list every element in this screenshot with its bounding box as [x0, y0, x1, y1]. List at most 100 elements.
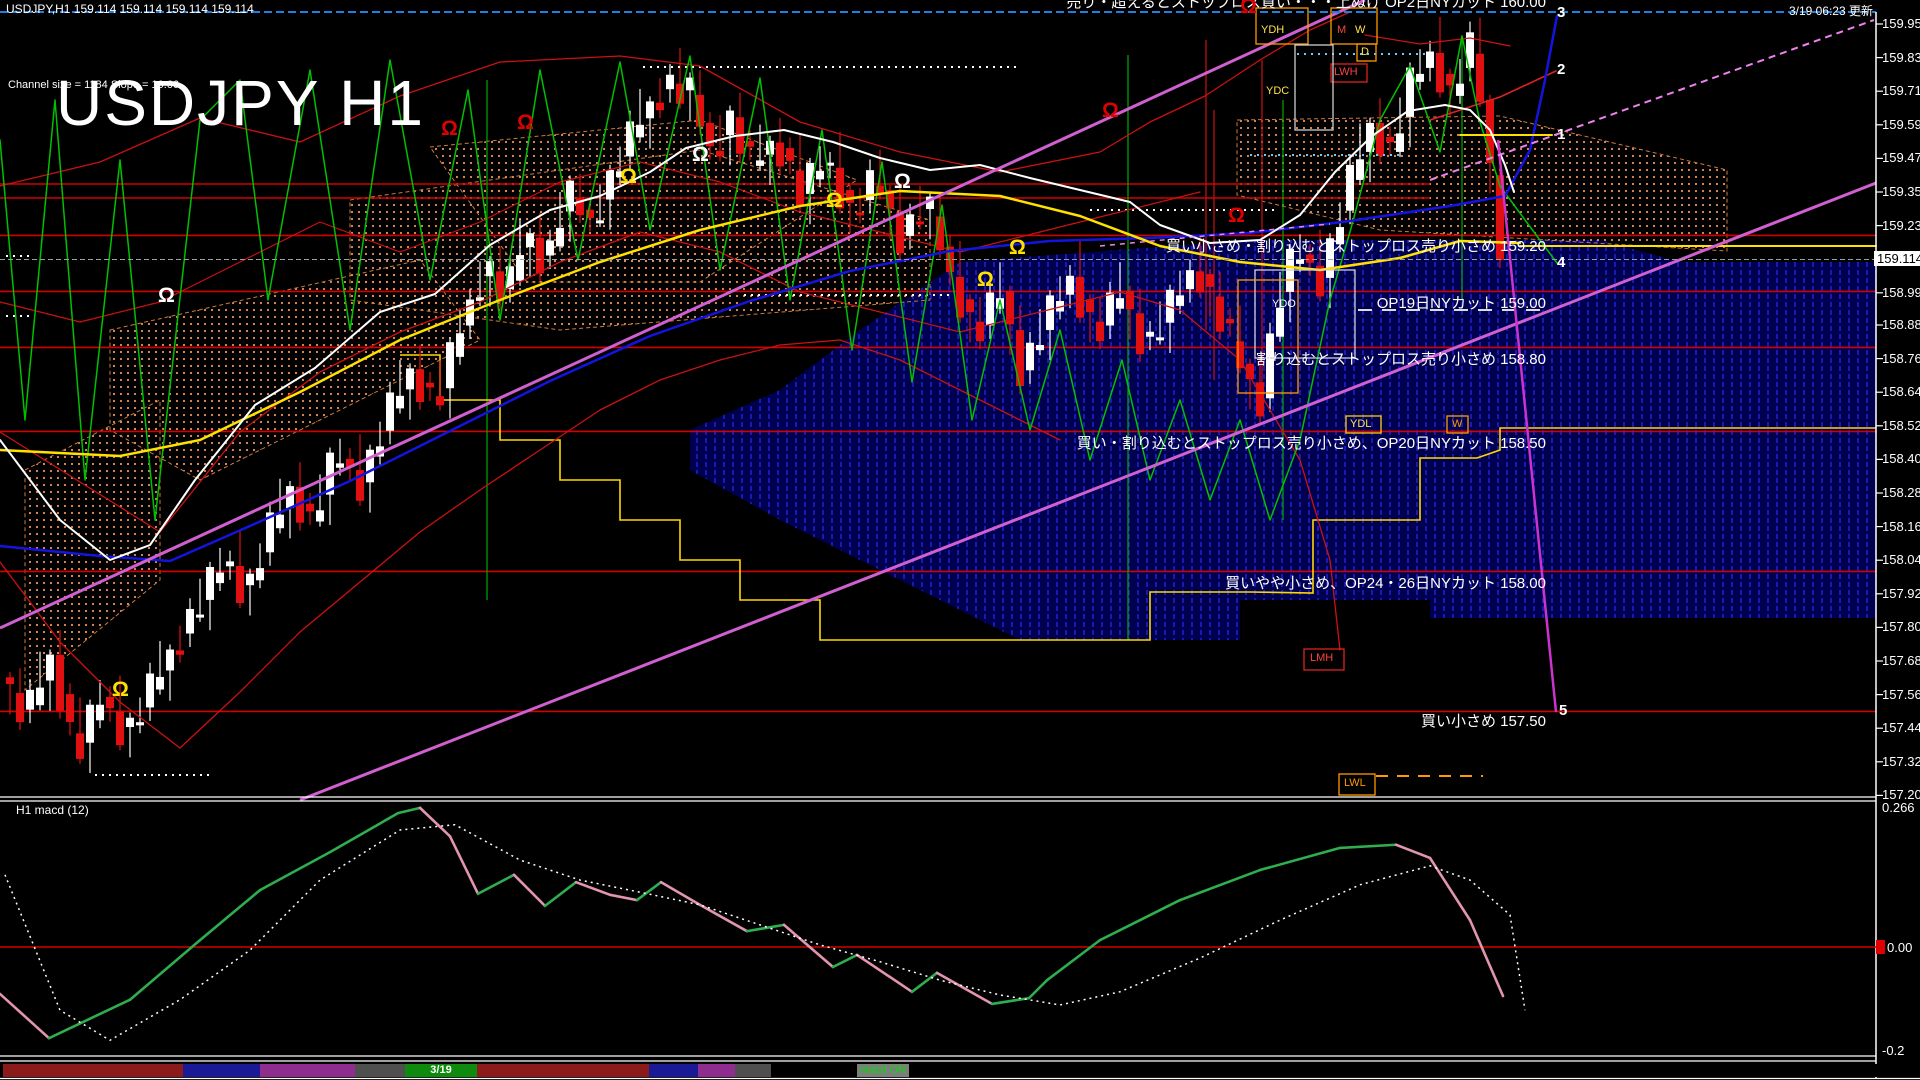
macd-main-line [992, 998, 1029, 1004]
price-axis-label: 157.560 [1882, 687, 1920, 702]
omega-pattern-icon: Ω [158, 285, 175, 306]
price-axis-label: 157.800 [1882, 619, 1920, 634]
pivot-chip-lwh: LWH [1334, 66, 1358, 78]
red-top-right [1365, 35, 1510, 46]
last-update-timestamp: 3/19 06:23 更新 [1789, 2, 1873, 19]
timeline-segment[interactable] [649, 1064, 698, 1077]
pivot-chip-d: D [1361, 46, 1369, 58]
macd-indicator-label: H1 macd (12) [16, 803, 89, 817]
trading-app-window: USDJPY,H1 159.114 159.114 159.114 159.11… [0, 0, 1920, 1080]
macd-main-line [1470, 920, 1503, 996]
pivot-chip-ydc: YDC [1266, 85, 1289, 97]
omega-pattern-icon: Ω [977, 269, 994, 290]
price-axis-label: 159.235 [1882, 218, 1920, 233]
order-annotation: OP19日NYカット 159.00 [1377, 292, 1546, 313]
wave-marker-4: 4 [1557, 254, 1565, 271]
macd-main-line [833, 955, 857, 967]
macd-main-line [0, 994, 49, 1038]
price-axis-label: 159.835 [1882, 50, 1920, 65]
macd-main-line [937, 973, 992, 1004]
omega-pattern-icon: Ω [1102, 100, 1119, 121]
omega-pattern-icon: Ω [441, 118, 458, 139]
timeline-segment[interactable] [3, 1064, 183, 1077]
timeline-segment[interactable] [355, 1064, 405, 1077]
current-price-box: 159.114 [1874, 251, 1920, 266]
wave-marker-5: 5 [1559, 702, 1567, 719]
price-axis-label: 158.280 [1882, 485, 1920, 500]
omega-pattern-icon: Ω [112, 679, 129, 700]
macd-toggle-chip[interactable]: macd ON [857, 1064, 909, 1077]
omega-pattern-icon: Ω [517, 112, 534, 133]
price-axis-label: 157.440 [1882, 720, 1920, 735]
macd-main-line [637, 882, 661, 900]
price-axis-label: 159.475 [1882, 150, 1920, 165]
omega-pattern-icon: Ω [1240, 0, 1257, 17]
price-axis-label: 159.595 [1882, 117, 1920, 132]
macd-main-line [857, 955, 912, 992]
price-axis-label: 158.040 [1882, 552, 1920, 567]
macd-main-line [478, 875, 514, 894]
wave-marker-2: 2 [1557, 61, 1565, 78]
chart-watermark-title: USDJPY H1 [56, 66, 425, 140]
pivot-box [1295, 45, 1333, 130]
price-axis-label: 158.520 [1882, 418, 1920, 433]
timeline-segment[interactable] [260, 1064, 355, 1077]
wave-marker-3: 3 [1557, 4, 1565, 21]
macd-main-line [330, 813, 398, 852]
omega-pattern-icon: Ω [894, 171, 911, 192]
timeline-bar[interactable]: 3/19 macd ON [0, 1064, 1920, 1077]
macd-main-line [130, 940, 200, 1000]
macd-main-line [545, 882, 576, 906]
macd-main-line [576, 882, 610, 895]
macd-main-line [1029, 980, 1047, 998]
timeline-segment[interactable] [183, 1064, 260, 1077]
price-axis-label: 158.400 [1882, 451, 1920, 466]
timeline-date-chip[interactable]: 3/19 [405, 1064, 477, 1077]
macd-main-line [1047, 940, 1100, 980]
macd-axis-min: -0.2 [1882, 1043, 1904, 1058]
macd-main-line [514, 875, 545, 906]
macd-main-line [1260, 848, 1340, 870]
macd-main-line [450, 836, 478, 893]
symbol-ohlc-readout: USDJPY,H1 159.114 159.114 159.114 159.11… [6, 2, 254, 16]
macd-main-line [784, 925, 833, 967]
price-axis-label: 157.320 [1882, 754, 1920, 769]
price-axis-label: 158.760 [1882, 351, 1920, 366]
order-annotation: 買い・割り込むとストップロス売り小さめ、OP20日NYカット 158.50 [1077, 432, 1546, 453]
order-annotation: 買い小さめ 157.50 [1421, 710, 1546, 731]
pivot-chip-ydh: YDH [1261, 24, 1284, 36]
macd-main-line [700, 905, 747, 931]
order-annotation: 買い小さめ・割り込むとストップロス売り小さめ 159.20 [1166, 235, 1546, 256]
order-annotation: 割り込むとストップロス売り小さめ 158.80 [1256, 348, 1546, 369]
timeline-segment[interactable] [698, 1064, 735, 1077]
macd-main-line [1100, 900, 1180, 940]
price-chart-canvas[interactable] [0, 0, 1920, 1080]
pivot-chip-ydo: YDO [1272, 298, 1296, 310]
timeline-segment[interactable] [477, 1064, 649, 1077]
price-axis-label: 158.880 [1882, 317, 1920, 332]
price-axis-label: 157.920 [1882, 586, 1920, 601]
macd-main-line [1340, 845, 1396, 848]
macd-main-line [420, 808, 450, 836]
macd-axis-max: 0.266 [1882, 800, 1915, 815]
wave-marker-1: 1 [1557, 126, 1565, 143]
macd-axis-zero: 0.00 [1887, 940, 1912, 955]
macd-main-line [200, 890, 260, 940]
pivot-chip-w: W [1452, 418, 1462, 430]
pivot-chip-lmh: LMH [1310, 652, 1333, 664]
pivot-chip-ydl: YDL [1350, 418, 1371, 430]
timeline-segment[interactable] [735, 1064, 771, 1077]
price-axis-label: 157.680 [1882, 653, 1920, 668]
macd-main-line [398, 808, 420, 813]
macd-main-line [912, 973, 937, 992]
price-axis-label: 158.995 [1882, 285, 1920, 300]
price-axis-label: 159.355 [1882, 184, 1920, 199]
omega-pattern-icon: Ω [620, 166, 637, 187]
pivot-chip-w: W [1355, 24, 1365, 36]
omega-pattern-icon: Ω [826, 190, 843, 211]
pivot-chip-m: M [1337, 24, 1346, 36]
price-axis-label: 158.640 [1882, 384, 1920, 399]
omega-pattern-icon: Ω [1009, 237, 1026, 258]
price-axis-label: 159.715 [1882, 83, 1920, 98]
macd-main-line [49, 1000, 130, 1038]
